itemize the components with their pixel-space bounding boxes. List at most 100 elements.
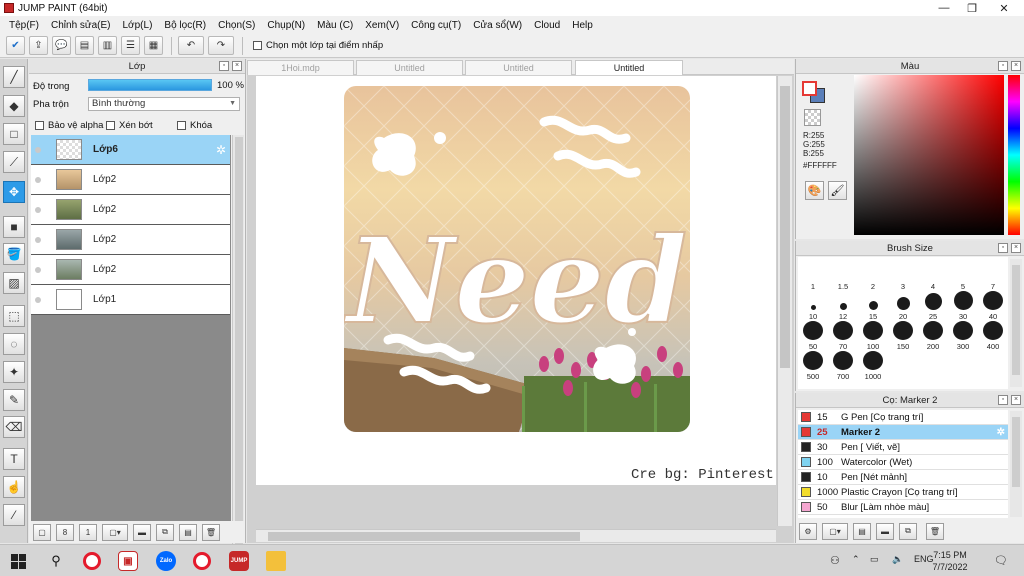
scrollbar-thumb[interactable] bbox=[268, 532, 580, 541]
brush-duplicate-icon[interactable]: ⧉ bbox=[899, 522, 917, 540]
layer-row[interactable]: Lớp2 bbox=[31, 195, 230, 225]
file-explorer-icon[interactable] bbox=[264, 549, 288, 573]
brush-size-option[interactable]: 4 bbox=[918, 261, 948, 291]
select-eraser-icon[interactable]: ⌫ bbox=[3, 416, 25, 438]
network-icon[interactable]: ▭ bbox=[870, 554, 879, 565]
jump-paint-taskbar-icon[interactable]: JUMP bbox=[227, 549, 251, 573]
visibility-icon[interactable] bbox=[31, 236, 45, 243]
line-tool-icon[interactable]: ⟋ bbox=[3, 151, 25, 173]
brush-size-option[interactable]: 5 bbox=[948, 261, 978, 291]
scrollbar-thumb[interactable] bbox=[780, 86, 790, 368]
brush-size-option[interactable]: 1 bbox=[798, 261, 828, 291]
new-layer-icon[interactable]: ▢ bbox=[33, 523, 51, 541]
layer-row[interactable]: Lớp2 bbox=[31, 255, 230, 285]
eraser-tool-icon[interactable]: ◆ bbox=[3, 95, 25, 117]
brush-size-option[interactable]: 150 bbox=[888, 321, 918, 351]
chevron-up-icon[interactable]: ⌃ bbox=[852, 554, 860, 565]
delete-layer-icon[interactable]: 🗑 bbox=[202, 523, 220, 541]
gear-icon[interactable]: ✲ bbox=[997, 427, 1005, 438]
brush-size-option[interactable]: 50 bbox=[798, 321, 828, 351]
zalo-icon[interactable]: Zalo bbox=[154, 549, 178, 573]
panel-close-icon[interactable]: × bbox=[232, 61, 242, 71]
search-icon[interactable]: ⚲ bbox=[44, 549, 68, 573]
select-pen-icon[interactable]: ✎ bbox=[3, 389, 25, 411]
pick-layer-option[interactable]: Chọn một lớp tại điểm nhấp bbox=[253, 40, 383, 51]
brush-scrollbar[interactable] bbox=[1010, 259, 1022, 387]
lasso-select-icon[interactable]: ◌ bbox=[3, 333, 25, 355]
protect-alpha-option[interactable]: Bảo vệ alpha bbox=[35, 120, 103, 131]
saturation-value-picker[interactable] bbox=[854, 75, 1004, 235]
brush-size-option[interactable]: 12 bbox=[828, 291, 858, 321]
move-tool-icon[interactable]: ✥ bbox=[3, 181, 25, 203]
rectangle-tool-icon[interactable]: □ bbox=[3, 123, 25, 145]
panel-close-icon[interactable]: × bbox=[1011, 243, 1021, 253]
panel-float-icon[interactable]: ▫ bbox=[219, 61, 229, 71]
brush-size-option[interactable]: 100 bbox=[858, 321, 888, 351]
list-item[interactable]: 1000 Plastic Crayon [Cọ trang trí] bbox=[798, 485, 1008, 500]
speech-bubble-icon[interactable]: 💬 bbox=[52, 36, 71, 55]
chat-icon[interactable]: ▤ bbox=[75, 36, 94, 55]
export-icon[interactable]: ⇪ bbox=[29, 36, 48, 55]
volume-icon[interactable]: 🔈 bbox=[892, 554, 903, 565]
menu-tools[interactable]: Công cụ(T) bbox=[405, 20, 467, 31]
brush-size-option[interactable]: 1000 bbox=[858, 351, 888, 381]
panel-float-icon[interactable]: ▫ bbox=[998, 395, 1008, 405]
layer-row[interactable]: Lớp1 bbox=[31, 285, 230, 315]
palette-edit-icon[interactable]: 🖌 bbox=[828, 181, 847, 200]
layers-icon[interactable]: ☰ bbox=[121, 36, 140, 55]
visibility-icon[interactable] bbox=[31, 146, 45, 153]
scrollbar-thumb[interactable] bbox=[1012, 265, 1020, 375]
new-raster-layer-icon[interactable]: 8 bbox=[56, 523, 74, 541]
list-item[interactable]: 100 Watercolor (Wet) bbox=[798, 455, 1008, 470]
scrollbar-thumb[interactable] bbox=[235, 137, 243, 547]
menu-capture[interactable]: Chụp(N) bbox=[261, 20, 311, 31]
lock-option[interactable]: Khóa bbox=[177, 120, 212, 131]
brush-size-option[interactable]: 30 bbox=[948, 291, 978, 321]
undo-icon[interactable]: ↶ bbox=[178, 36, 204, 55]
brush-size-option[interactable]: 25 bbox=[918, 291, 948, 321]
brush-copy-icon[interactable]: ▤ bbox=[853, 522, 871, 540]
protect-alpha-checkbox[interactable] bbox=[35, 121, 44, 130]
list-item[interactable]: 25 Marker 2 ✲ bbox=[798, 425, 1008, 440]
windows-start-icon[interactable] bbox=[6, 549, 30, 573]
brush-size-option[interactable]: 7 bbox=[978, 261, 1008, 291]
menu-view[interactable]: Xem(V) bbox=[359, 20, 405, 31]
brush-size-option[interactable]: 15 bbox=[858, 291, 888, 321]
layer-row[interactable]: Lớp2 bbox=[31, 165, 230, 195]
layer-scrollbar[interactable] bbox=[232, 135, 244, 565]
check-icon[interactable]: ✔ bbox=[6, 36, 25, 55]
transparent-color-swatch[interactable] bbox=[804, 109, 821, 126]
tab-untitled-1[interactable]: Untitled bbox=[356, 60, 463, 75]
blend-mode-select[interactable]: Bình thường ▼ bbox=[88, 97, 240, 111]
panel-close-icon[interactable]: × bbox=[1011, 395, 1021, 405]
brush-settings-icon[interactable]: ⚙ bbox=[799, 522, 817, 540]
operation-tool-icon[interactable]: ☝ bbox=[3, 476, 25, 498]
grid-check-icon[interactable]: ▦ bbox=[144, 36, 163, 55]
brush-tool-icon[interactable]: ╱ bbox=[3, 66, 25, 88]
palette-icon[interactable]: 🎨 bbox=[805, 181, 824, 200]
people-icon[interactable]: ⚇ bbox=[830, 554, 840, 567]
brush-delete-icon[interactable]: 🗑 bbox=[926, 522, 944, 540]
menu-window[interactable]: Cửa sổ(W) bbox=[467, 20, 528, 31]
list-item[interactable]: 15 G Pen [Cọ trang trí] bbox=[798, 410, 1008, 425]
redo-icon[interactable]: ↷ bbox=[208, 36, 234, 55]
hue-slider[interactable] bbox=[1008, 75, 1020, 235]
notification-icon[interactable]: 🗨 bbox=[994, 554, 1008, 567]
visibility-icon[interactable] bbox=[31, 176, 45, 183]
brush-size-option[interactable]: 20 bbox=[888, 291, 918, 321]
brush-size-option[interactable]: 1.5 bbox=[828, 261, 858, 291]
close-button[interactable]: ✕ bbox=[988, 0, 1020, 16]
layer-row[interactable]: Lớp6 ✲ bbox=[31, 135, 230, 165]
brush-list-scrollbar[interactable] bbox=[1010, 411, 1022, 517]
panel-float-icon[interactable]: ▫ bbox=[998, 243, 1008, 253]
magic-wand-icon[interactable]: ✦ bbox=[3, 361, 25, 383]
tab-untitled-2[interactable]: Untitled bbox=[465, 60, 572, 75]
brush-size-option[interactable]: 70 bbox=[828, 321, 858, 351]
opera-gx-icon[interactable] bbox=[190, 549, 214, 573]
panel-float-icon[interactable]: ▫ bbox=[998, 61, 1008, 71]
opacity-slider[interactable] bbox=[88, 79, 212, 91]
new-folder-icon[interactable]: ▬ bbox=[133, 523, 151, 541]
brush-folder-icon[interactable]: ▬ bbox=[876, 522, 894, 540]
panel-close-icon[interactable]: × bbox=[1011, 61, 1021, 71]
clipping-checkbox[interactable] bbox=[106, 121, 115, 130]
